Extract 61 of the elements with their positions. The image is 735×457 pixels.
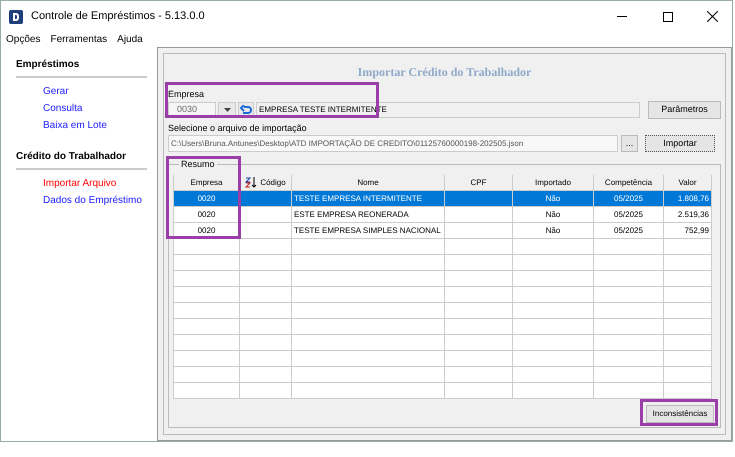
table-cell	[594, 271, 664, 287]
table-cell	[240, 303, 292, 319]
menu-item[interactable]: Ferramentas	[50, 32, 108, 47]
table-cell	[594, 335, 664, 351]
table-cell	[445, 303, 513, 319]
table-row[interactable]: 0020 ESTE EMPRESA REONERADA Não 05/2025 2.519,36	[174, 207, 712, 223]
sidebar-link[interactable]: Gerar	[43, 84, 147, 99]
table-cell	[445, 271, 513, 287]
parametros-button[interactable]: Parâmetros	[648, 101, 721, 119]
table-cell	[240, 239, 292, 255]
table-cell: 05/2025	[594, 223, 664, 239]
window-title: Controle de Empréstimos - 5.13.0.0	[31, 9, 205, 24]
table-cell	[594, 319, 664, 335]
table-cell	[594, 255, 664, 271]
field-label: Empresa	[168, 89, 204, 100]
close-icon[interactable]	[707, 11, 718, 22]
table-cell	[445, 367, 513, 383]
table-cell	[240, 287, 292, 303]
table-cell	[594, 239, 664, 255]
file-path-field[interactable]: C:\Users\Bruna.Antunes\Desktop\ATD IMPORTAÇÃO DE CREDITO\01125760000198-202505.json	[168, 135, 618, 152]
table-cell	[594, 287, 664, 303]
table-cell	[240, 367, 292, 383]
menu-item[interactable]: Opções	[6, 32, 40, 47]
group-title: Resumo	[179, 159, 217, 170]
table-cell	[240, 223, 292, 239]
undo-arrow-icon	[240, 104, 252, 116]
import-button[interactable]: Importar	[645, 135, 715, 152]
sidebar-heading: Empréstimos	[16, 57, 147, 78]
table-cell	[240, 255, 292, 271]
field-label: Selecione o arquivo de importação	[168, 123, 307, 134]
browse-button[interactable]: ...	[621, 135, 638, 152]
table-cell	[445, 223, 513, 239]
table-cell	[445, 335, 513, 351]
table-cell	[240, 319, 292, 335]
table-cell	[445, 255, 513, 271]
caret-icon	[224, 108, 230, 112]
menu-item[interactable]: Ajuda	[117, 32, 143, 47]
table-cell	[240, 335, 292, 351]
table-cell	[445, 351, 513, 367]
table-cell	[240, 351, 292, 367]
sidebar-link[interactable]: Dados do Empréstimo	[43, 193, 147, 208]
table-cell: Não	[513, 223, 594, 239]
sidebar-link[interactable]: Importar Arquivo	[43, 176, 147, 191]
sidebar-link[interactable]: Baixa em Lote	[43, 118, 147, 133]
table-row[interactable]: 0020 TESTE EMPRESA INTERMITENTE Não 05/2025 1.808,76	[174, 191, 712, 207]
sidebar-link[interactable]: Consulta	[43, 101, 147, 116]
table-cell	[594, 303, 664, 319]
inconsistencias-button[interactable]: Inconsistências	[646, 405, 714, 423]
table-cell	[594, 351, 664, 367]
maximize-button[interactable]	[663, 12, 673, 22]
app-logo-icon	[9, 10, 23, 24]
table-cell: 752,99	[664, 223, 712, 239]
table-cell	[445, 287, 513, 303]
table-cell	[240, 271, 292, 287]
table-cell: TESTE EMPRESA SIMPLES NACIONAL	[292, 223, 445, 239]
table-cell	[445, 239, 513, 255]
sidebar-heading: Crédito do Trabalhador	[16, 149, 147, 170]
table-cell	[594, 367, 664, 383]
table-cell: 0020	[174, 223, 240, 239]
table-cell	[445, 319, 513, 335]
page-title: Importar Crédito do Trabalhador	[356, 64, 532, 81]
